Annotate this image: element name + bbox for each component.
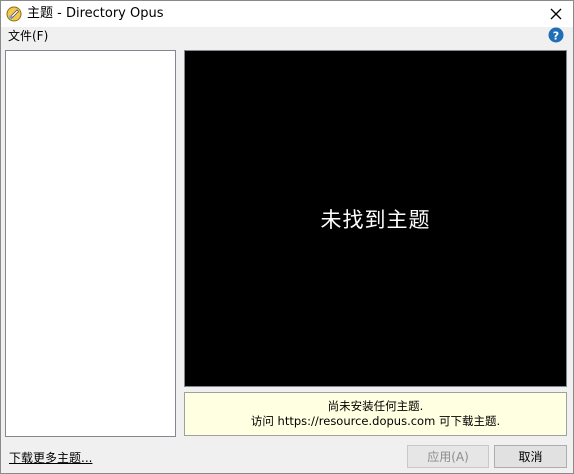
title-bar: 主题 - Directory Opus: [1, 1, 573, 27]
menu-bar: 文件(F) ?: [1, 27, 573, 45]
directory-opus-icon: [6, 6, 22, 22]
svg-text:?: ?: [553, 30, 559, 43]
close-button[interactable]: [539, 1, 573, 27]
window-title: 主题 - Directory Opus: [27, 6, 164, 21]
theme-preview: 未找到主题: [184, 50, 567, 387]
info-line-1: 尚未安装任何主题.: [327, 399, 424, 413]
info-box: 尚未安装任何主题. 访问 https://resource.dopus.com …: [184, 392, 567, 436]
apply-button[interactable]: 应用(A): [407, 445, 489, 468]
themes-window: 主题 - Directory Opus 文件(F) ? 未找到主题 尚未安装任何…: [0, 0, 574, 474]
no-themes-message: 未找到主题: [320, 207, 431, 232]
close-icon: [550, 8, 562, 20]
cancel-button[interactable]: 取消: [494, 445, 567, 468]
download-more-themes-link[interactable]: 下载更多主题...: [9, 449, 92, 466]
help-icon[interactable]: ?: [548, 27, 564, 43]
theme-list[interactable]: [5, 50, 176, 437]
info-line-2: 访问 https://resource.dopus.com 可下载主题.: [250, 414, 501, 428]
menu-file[interactable]: 文件(F): [8, 28, 48, 44]
